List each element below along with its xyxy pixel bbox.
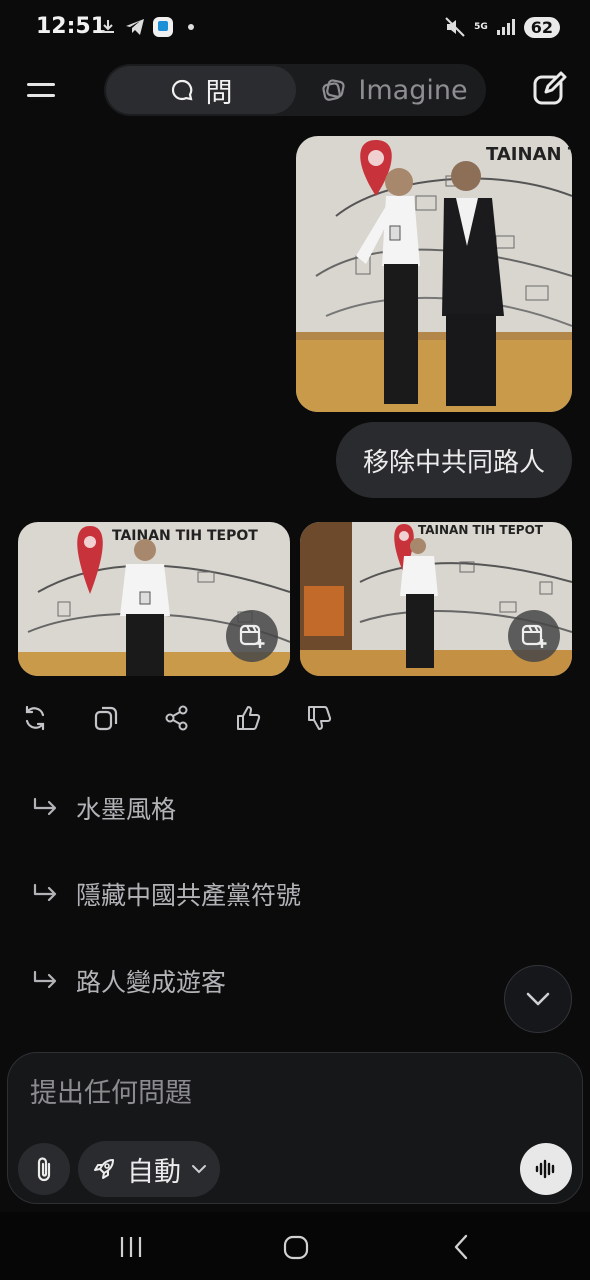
scroll-down-button[interactable]: [504, 965, 572, 1033]
photo-sign-text-2: TAINAN TIH TEPOT: [112, 528, 258, 544]
edit-icon: [533, 71, 567, 105]
reply-arrow-icon: [33, 970, 57, 989]
chat-bubble-icon: [171, 79, 192, 101]
composer: 自動: [7, 1052, 583, 1204]
suggestion-label: 路人變成遊客: [76, 968, 227, 997]
suggestion-label: 隱藏中國共產黨符號: [76, 881, 302, 910]
user-message-text: 移除中共同路人: [362, 447, 545, 478]
menu-button[interactable]: [22, 74, 60, 104]
menu-icon-line: [27, 94, 55, 97]
status-bar: 12:51 5G 62: [0, 0, 590, 58]
tab-imagine[interactable]: Imagine: [304, 66, 484, 114]
home-icon[interactable]: [281, 1232, 311, 1262]
suggestion-item[interactable]: 路人變成遊客: [32, 961, 226, 1001]
back-icon[interactable]: [447, 1232, 477, 1262]
photo-sign-text: TAINAN TIH TEPOT: [486, 144, 572, 165]
voice-mode-button[interactable]: [520, 1143, 572, 1195]
menu-icon-line: [27, 83, 55, 86]
rocket-icon: [94, 1159, 114, 1179]
thumbs-up-icon[interactable]: [235, 704, 261, 732]
sent-image[interactable]: TAINAN TIH TEPOT: [296, 136, 572, 412]
edit-image-icon: [521, 624, 547, 648]
tab-imagine-label: Imagine: [358, 74, 468, 106]
status-left-icons: [98, 16, 194, 38]
paperclip-icon: [37, 1157, 51, 1182]
tab-ask[interactable]: 問: [106, 66, 296, 114]
generated-image-2[interactable]: TAINAN TIH TEPOT: [300, 522, 572, 676]
message-input[interactable]: [30, 1071, 550, 1115]
mute-icon: [445, 17, 465, 37]
app-notification-icon: [153, 17, 173, 37]
photo-two-men: TAINAN TIH TEPOT: [296, 136, 572, 412]
copy-icon[interactable]: [93, 704, 119, 732]
mode-label: 自動: [127, 1156, 181, 1188]
chevron-down-icon: [192, 1165, 206, 1174]
attach-button[interactable]: [18, 1143, 70, 1195]
top-navigation: 問 Imagine: [0, 58, 590, 130]
system-navigation-bar: [0, 1212, 590, 1280]
recent-apps-icon[interactable]: [116, 1232, 146, 1262]
download-icon: [102, 20, 114, 33]
dot-icon: [188, 24, 194, 30]
edit-image-icon: [239, 624, 265, 648]
status-time: 12:51: [36, 14, 107, 39]
tab-ask-label: 問: [205, 77, 233, 109]
telegram-icon: [126, 19, 144, 35]
mode-selector[interactable]: 自動: [78, 1141, 220, 1197]
regenerate-icon[interactable]: [22, 704, 48, 732]
mode-switcher: 問 Imagine: [104, 64, 486, 116]
suggestion-item[interactable]: 隱藏中國共產黨符號: [32, 874, 301, 914]
suggestion-item[interactable]: 水墨風格: [32, 788, 176, 828]
signal-icon: [496, 19, 515, 35]
generated-image-1[interactable]: TAINAN TIH TEPOT: [18, 522, 290, 676]
response-actions: [22, 704, 332, 732]
chevron-down-icon: [526, 992, 550, 1006]
imagine-icon: [322, 79, 346, 101]
user-message-bubble: 移除中共同路人: [336, 422, 572, 498]
edit-image-button[interactable]: [226, 610, 278, 662]
photo-sign-text-3: TAINAN TIH TEPOT: [418, 523, 544, 537]
reply-arrow-icon: [33, 883, 57, 902]
status-right-icons: 5G 62: [444, 16, 560, 38]
suggestion-label: 水墨風格: [76, 795, 177, 824]
5g-icon: 5G: [474, 21, 488, 32]
waveform-icon: [535, 1159, 555, 1179]
reply-arrow-icon: [33, 797, 57, 816]
share-icon[interactable]: [164, 704, 190, 732]
battery-indicator: 62: [523, 16, 560, 38]
new-chat-button[interactable]: [530, 70, 568, 108]
thumbs-down-icon[interactable]: [306, 704, 332, 732]
edit-image-button[interactable]: [508, 610, 560, 662]
